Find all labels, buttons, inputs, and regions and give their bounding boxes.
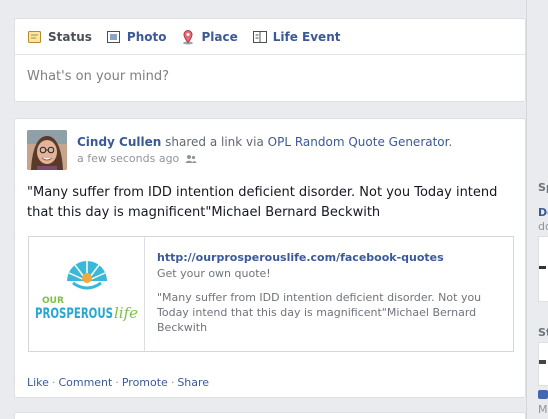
like-link[interactable]: Like — [27, 376, 49, 389]
story-actions: Like · Comment · Promote · Share — [27, 376, 209, 389]
comment-link[interactable]: Comment — [58, 376, 112, 389]
attachment-url[interactable]: http://ourprosperouslife.com/facebook-qu… — [157, 251, 507, 264]
status-input[interactable]: What's on your mind? — [27, 69, 169, 84]
status-composer: Status Photo Place Life Event What's on … — [14, 18, 526, 102]
right-heading-2: St — [538, 326, 548, 339]
right-subtext-1: do — [538, 220, 548, 233]
post-text: "Many suffer from IDD intention deficien… — [27, 185, 498, 220]
tab-status-label: Status — [48, 29, 92, 44]
right-card-1-mark — [539, 266, 546, 269]
author-name[interactable]: Cindy Cullen — [77, 135, 161, 149]
photo-icon — [106, 29, 122, 45]
next-story-edge — [14, 412, 526, 419]
life-event-icon — [252, 29, 268, 45]
right-link-1[interactable]: De — [538, 206, 548, 219]
promote-link[interactable]: Promote — [122, 376, 168, 389]
logo-text-our: OUR — [42, 296, 64, 306]
right-card-1[interactable] — [538, 236, 548, 302]
tab-photo-label: Photo — [126, 29, 167, 44]
action-separator: · — [170, 376, 175, 389]
friends-icon[interactable] — [185, 154, 197, 164]
tab-place[interactable]: Place — [180, 29, 238, 45]
avatar[interactable] — [27, 130, 67, 170]
share-link[interactable]: Share — [177, 376, 209, 389]
column-divider — [526, 0, 527, 419]
attachment-logo[interactable]: OUR PROSPEROUS life — [29, 237, 145, 351]
status-icon — [27, 29, 43, 45]
tab-life-event[interactable]: Life Event — [252, 29, 341, 45]
link-attachment[interactable]: OUR PROSPEROUS life http://ourprosperous… — [28, 236, 514, 352]
logo-text-life: life — [114, 304, 138, 322]
tab-photo[interactable]: Photo — [106, 29, 167, 45]
app-link[interactable]: OPL Random Quote Generator — [268, 135, 449, 149]
attachment-caption: Get your own quote! — [157, 267, 271, 280]
story-action: shared a link via — [165, 135, 264, 149]
right-heading-1: Sp — [538, 181, 548, 194]
action-separator: · — [51, 376, 56, 389]
composer-tabs: Status Photo Place Life Event — [15, 19, 525, 55]
app-suffix: . — [448, 135, 453, 149]
attachment-body: http://ourprosperouslife.com/facebook-qu… — [157, 251, 507, 335]
like-thumb-icon[interactable] — [538, 390, 548, 399]
timestamp[interactable]: a few seconds ago — [77, 152, 179, 165]
story-header: Cindy Cullen shared a link via OPL Rando… — [77, 135, 452, 149]
right-subtext-2: M — [538, 403, 548, 416]
action-separator: · — [115, 376, 119, 389]
feed-story: Cindy Cullen shared a link via OPL Rando… — [14, 118, 526, 398]
logo-text-prosperous: PROSPEROUS — [35, 306, 113, 322]
tab-status[interactable]: Status — [27, 29, 92, 45]
right-card-2[interactable] — [538, 342, 548, 386]
right-column: Sp De do St M — [526, 0, 548, 419]
place-pin-icon — [180, 29, 196, 45]
tab-place-label: Place — [201, 29, 238, 44]
attachment-description: "Many suffer from IDD intention deficien… — [157, 291, 482, 334]
story-timestamp-row: a few seconds ago — [77, 152, 197, 165]
tab-life-event-label: Life Event — [272, 29, 341, 44]
right-card-2-mark — [539, 360, 546, 364]
